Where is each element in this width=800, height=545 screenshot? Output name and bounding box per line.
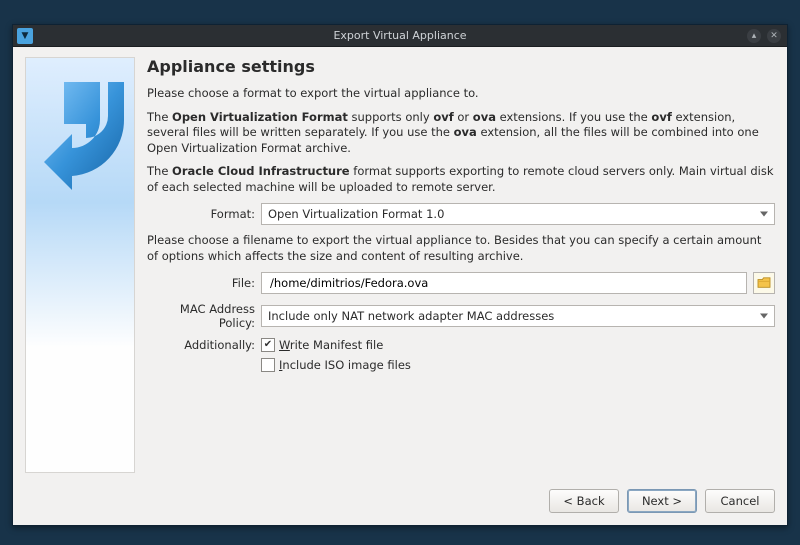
iso-checkbox-label: Include ISO image files bbox=[279, 358, 411, 372]
content-area: Appliance settings Please choose a forma… bbox=[13, 47, 787, 481]
window-title: Export Virtual Appliance bbox=[13, 29, 787, 42]
page-heading: Appliance settings bbox=[147, 57, 775, 76]
close-icon[interactable]: ✕ bbox=[767, 29, 781, 43]
minimize-icon[interactable]: ▴ bbox=[747, 29, 761, 43]
folder-icon bbox=[757, 277, 771, 289]
file-path-field[interactable] bbox=[261, 272, 747, 294]
mac-label: MAC Address Policy: bbox=[147, 302, 255, 330]
format-label: Format: bbox=[147, 207, 255, 221]
oci-para: The Oracle Cloud Infrastructure format s… bbox=[147, 164, 775, 195]
intro-text: Please choose a format to export the vir… bbox=[147, 86, 775, 102]
browse-button[interactable] bbox=[753, 272, 775, 294]
ovf-para: The Open Virtualization Format supports … bbox=[147, 110, 775, 157]
mac-policy-value: Include only NAT network adapter MAC add… bbox=[268, 309, 554, 323]
format-row: Format: Open Virtualization Format 1.0 bbox=[147, 203, 775, 225]
window-controls: ▴ ✕ bbox=[747, 29, 787, 43]
file-intro-text: Please choose a filename to export the v… bbox=[147, 233, 775, 264]
format-select[interactable]: Open Virtualization Format 1.0 bbox=[261, 203, 775, 225]
wizard-side-image bbox=[25, 57, 135, 473]
iso-checkbox-row: Include ISO image files bbox=[261, 358, 411, 372]
additionally-label: Additionally: bbox=[147, 338, 255, 352]
additionally-row: Additionally: Write Manifest file Includ… bbox=[147, 338, 775, 372]
iso-checkbox[interactable] bbox=[261, 358, 275, 372]
wizard-footer: < Back Next > Cancel bbox=[13, 481, 787, 525]
file-label: File: bbox=[147, 276, 255, 290]
format-select-value: Open Virtualization Format 1.0 bbox=[268, 207, 444, 221]
main-panel: Appliance settings Please choose a forma… bbox=[147, 57, 775, 473]
client-area: Appliance settings Please choose a forma… bbox=[13, 47, 787, 525]
file-row: File: bbox=[147, 272, 775, 294]
mac-policy-select[interactable]: Include only NAT network adapter MAC add… bbox=[261, 305, 775, 327]
app-icon: ▼ bbox=[17, 28, 33, 44]
manifest-checkbox-label: Write Manifest file bbox=[279, 338, 383, 352]
manifest-checkbox-row: Write Manifest file bbox=[261, 338, 411, 352]
back-button[interactable]: < Back bbox=[549, 489, 619, 513]
next-button[interactable]: Next > bbox=[627, 489, 697, 513]
export-arrow-icon bbox=[44, 82, 124, 202]
file-path-input[interactable] bbox=[268, 275, 740, 291]
export-wizard-window: ▼ Export Virtual Appliance ▴ ✕ bbox=[12, 24, 788, 526]
cancel-button[interactable]: Cancel bbox=[705, 489, 775, 513]
checkbox-group: Write Manifest file Include ISO image fi… bbox=[261, 338, 411, 372]
titlebar: ▼ Export Virtual Appliance ▴ ✕ bbox=[13, 25, 787, 47]
manifest-checkbox[interactable] bbox=[261, 338, 275, 352]
mac-row: MAC Address Policy: Include only NAT net… bbox=[147, 302, 775, 330]
